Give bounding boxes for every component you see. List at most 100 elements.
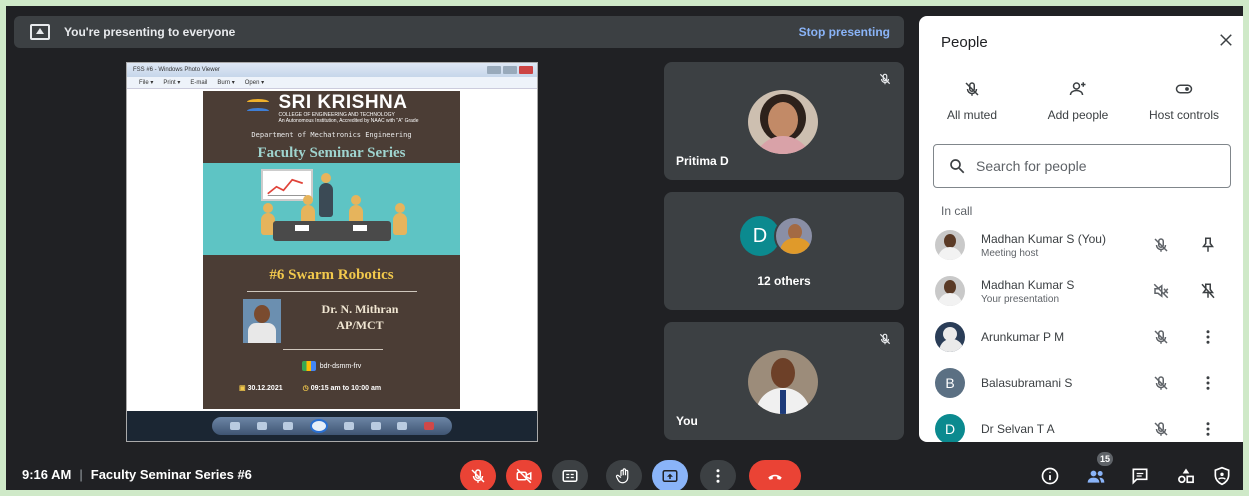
present-screen-icon	[30, 24, 50, 40]
next-icon	[344, 422, 355, 430]
people-panel: People All muted Add people Host control…	[919, 16, 1249, 442]
add-people-button[interactable]: Add people	[1025, 80, 1131, 122]
divider	[283, 349, 383, 350]
presenting-banner: You're presenting to everyone Stop prese…	[14, 16, 904, 48]
pin-icon[interactable]	[1199, 236, 1217, 254]
participant-role: Meeting host	[981, 247, 1039, 259]
fit-icon	[256, 422, 267, 430]
photo-viewer-title: FSS #6 - Windows Photo Viewer	[133, 67, 220, 73]
rotate-right-icon	[397, 422, 408, 430]
maximize-icon	[503, 66, 517, 74]
camera-toggle-button[interactable]	[506, 460, 542, 492]
menu-file: File ▾	[139, 80, 154, 86]
in-call-heading: In call	[941, 204, 973, 218]
others-count-label: 12 others	[757, 274, 811, 288]
avatar	[748, 350, 818, 414]
mic-off-icon[interactable]	[1152, 328, 1170, 346]
host-controls-button[interactable]: Host controls	[1131, 80, 1237, 122]
list-item[interactable]: Arunkumar P M	[919, 314, 1249, 360]
college-logo: SRI KRISHNA COLLEGE OF ENGINEERING AND T…	[203, 91, 460, 127]
list-item[interactable]: D Dr Selvan T A	[919, 406, 1249, 442]
avatar	[935, 322, 965, 352]
participant-name: You	[676, 414, 698, 428]
present-screen-icon	[662, 470, 678, 482]
participant-count-badge: 15	[1097, 452, 1114, 466]
seminar-poster: SRI KRISHNA COLLEGE OF ENGINEERING AND T…	[203, 91, 460, 409]
participant-name: Pritima D	[676, 154, 729, 168]
participant-role: Your presentation	[981, 293, 1060, 305]
photo-viewer-canvas: SRI KRISHNA COLLEGE OF ENGINEERING AND T…	[127, 89, 537, 411]
chat-icon[interactable]	[1130, 466, 1150, 486]
more-options-icon[interactable]	[1199, 328, 1217, 346]
slideshow-icon	[309, 419, 328, 433]
stop-presenting-button[interactable]: Stop presenting	[799, 25, 890, 39]
self-tile[interactable]: You	[664, 322, 904, 440]
conference-table	[273, 221, 391, 241]
add-person-icon	[1069, 82, 1086, 96]
seminar-topic: #6 Swarm Robotics	[269, 267, 394, 283]
college-accreditation: An Autonomous Institution, Accredited by…	[278, 118, 419, 124]
participant-name: Dr Selvan T A	[981, 422, 1055, 436]
mic-off-icon	[471, 469, 485, 483]
mic-off-icon[interactable]	[1152, 420, 1170, 438]
search-input[interactable]	[976, 158, 1216, 174]
close-icon[interactable]	[1217, 31, 1235, 49]
college-brand: SRI KRISHNA	[278, 92, 408, 113]
microphone-toggle-button[interactable]	[460, 460, 496, 492]
avatar	[774, 216, 814, 256]
all-muted-button[interactable]: All muted	[919, 80, 1025, 122]
menu-burn: Burn ▾	[217, 80, 235, 86]
calendar-icon: ▣	[239, 385, 246, 392]
leave-call-button[interactable]	[749, 460, 801, 492]
more-options-icon[interactable]	[1199, 420, 1217, 438]
more-options-button[interactable]	[700, 460, 736, 492]
list-item[interactable]: Madhan Kumar S Your presentation	[919, 268, 1249, 314]
presenting-message: You're presenting to everyone	[64, 25, 236, 39]
host-controls-icon[interactable]	[1212, 466, 1232, 486]
meeting-illustration	[203, 163, 460, 255]
list-item[interactable]: B Balasubramani S	[919, 360, 1249, 406]
speaker-name: Dr. N. Mithran	[321, 302, 399, 316]
separator: |	[79, 467, 83, 482]
mic-off-icon[interactable]	[1152, 236, 1170, 254]
avatar	[935, 230, 965, 260]
window-controls	[487, 66, 537, 74]
mic-off-icon	[879, 333, 891, 345]
panel-title: People	[941, 34, 988, 51]
unpin-icon[interactable]	[1199, 282, 1217, 300]
speaker-title: AP/MCT	[336, 318, 384, 332]
mic-off-icon	[965, 82, 979, 96]
zoom-icon	[230, 422, 241, 430]
host-controls-label: Host controls	[1148, 108, 1220, 122]
present-now-button[interactable]	[652, 460, 688, 492]
participant-name: Balasubramani S	[981, 376, 1073, 390]
captions-button[interactable]	[552, 460, 588, 492]
shared-screen: FSS #6 - Windows Photo Viewer File ▾ Pri…	[126, 62, 538, 442]
participant-name: Madhan Kumar S	[981, 277, 1075, 292]
photo-viewer-titlebar: FSS #6 - Windows Photo Viewer	[127, 63, 537, 77]
end-call-icon	[768, 474, 782, 480]
more-options-icon[interactable]	[1199, 374, 1217, 392]
participant-tile[interactable]: Pritima D	[664, 62, 904, 180]
avatar	[748, 90, 818, 154]
search-field[interactable]	[933, 144, 1231, 188]
clock-icon: ◷	[302, 385, 309, 392]
avatar: B	[935, 368, 965, 398]
previous-icon	[283, 422, 294, 430]
menu-email: E-mail	[190, 79, 208, 86]
list-item[interactable]: Madhan Kumar S (You) Meeting host	[919, 222, 1249, 268]
close-icon	[519, 66, 533, 74]
add-people-label: Add people	[1047, 108, 1109, 122]
raise-hand-button[interactable]	[606, 460, 642, 492]
others-tile[interactable]: D 12 others	[664, 192, 904, 310]
people-icon[interactable]	[1086, 466, 1106, 486]
mic-off-icon[interactable]	[1152, 374, 1170, 392]
volume-off-icon[interactable]	[1152, 282, 1170, 300]
avatar: D	[935, 414, 965, 442]
all-muted-label: All muted	[946, 108, 998, 122]
meeting-title: Faculty Seminar Series #6	[90, 467, 252, 482]
mic-off-icon	[879, 73, 891, 85]
meeting-details-icon[interactable]	[1040, 466, 1060, 486]
menu-open: Open ▾	[244, 80, 265, 86]
activities-icon[interactable]	[1176, 466, 1196, 486]
